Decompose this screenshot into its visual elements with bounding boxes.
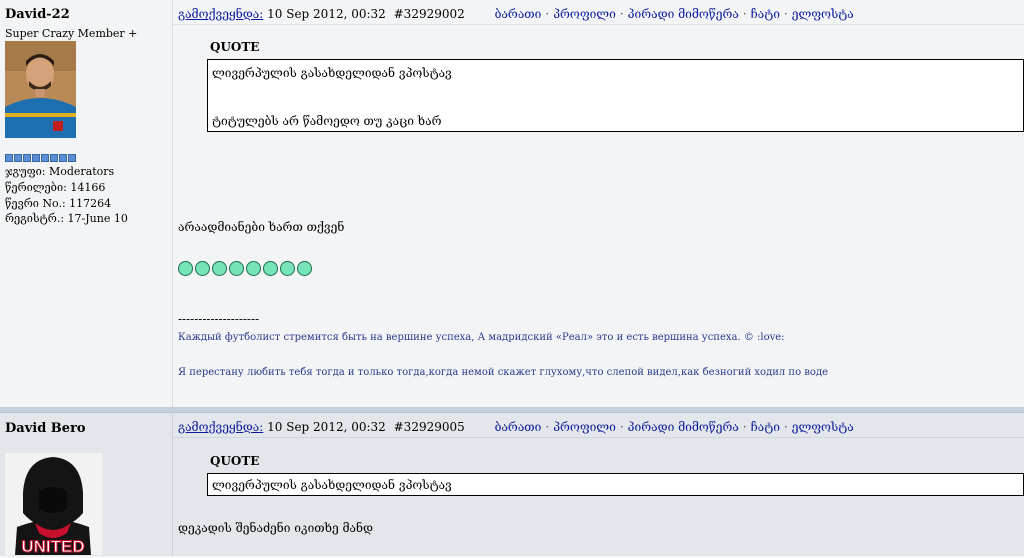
- action-chat-link[interactable]: ჩატი: [751, 7, 780, 21]
- reputation-pip: [5, 154, 13, 162]
- reputation-pip: [59, 154, 67, 162]
- user-info-panel: David Bero UNITED: [0, 413, 173, 558]
- emoticon-dots: [178, 261, 312, 276]
- post-header: გამოქვეყნდა: 10 Sep 2012, 00:32 #3292900…: [178, 420, 854, 434]
- signature-line: Каждый футболист стремится быть на верши…: [178, 332, 785, 343]
- dot-icon: [297, 261, 312, 276]
- user-member-no: წევრი No.: 117264: [5, 197, 112, 210]
- post-date: 10 Sep 2012, 00:32: [267, 7, 386, 21]
- avatar[interactable]: [5, 41, 76, 141]
- action-pm-link[interactable]: პირადი მიმოწერა: [628, 7, 739, 21]
- action-email-link[interactable]: ელფოსტა: [792, 420, 854, 434]
- action-profile-link[interactable]: პროფილი: [553, 420, 616, 434]
- username-link[interactable]: David-22: [5, 7, 70, 22]
- avatar-logo-text: UNITED: [21, 537, 84, 555]
- avatar-image: [5, 41, 76, 138]
- quote-line: ლივერპულის გასახდელიდან ვპოსტავ: [212, 478, 452, 492]
- post-date: 10 Sep 2012, 00:32: [267, 420, 386, 434]
- header-divider: [173, 24, 1024, 25]
- action-card-link[interactable]: ბარათი: [495, 420, 542, 434]
- dot-icon: [195, 261, 210, 276]
- post-content: გამოქვეყნდა: 10 Sep 2012, 00:32 #3292900…: [173, 0, 1024, 410]
- reputation-pip: [68, 154, 76, 162]
- reputation-pip: [50, 154, 58, 162]
- post-content: გამოქვეყნდა: 10 Sep 2012, 00:32 #3292900…: [173, 413, 1024, 556]
- forum-post: David Bero UNITED გამოქვეყნდა: 10 Sep 20…: [0, 412, 1024, 558]
- quote-label: QUOTE: [210, 454, 260, 468]
- reputation-pips: [5, 154, 76, 162]
- reputation-pip: [14, 154, 22, 162]
- user-info-panel: David-22 Super Crazy Member + ჯგუფი: Mod…: [0, 0, 173, 410]
- post-header: გამოქვეყნდა: 10 Sep 2012, 00:32 #3292900…: [178, 7, 854, 21]
- user-post-count: წერილები: 14166: [5, 181, 106, 194]
- avatar[interactable]: UNITED: [5, 453, 102, 558]
- action-profile-link[interactable]: პროფილი: [553, 7, 616, 21]
- post-body-text: დეკადის შენაძენი იკითხე მანდ: [178, 521, 374, 535]
- dot-icon: [212, 261, 227, 276]
- post-id[interactable]: #32929002: [394, 7, 465, 21]
- quote-box: ლივერპულის გასახდელიდან ვპოსტავ: [207, 473, 1024, 496]
- user-rank: Super Crazy Member +: [5, 27, 138, 40]
- posted-label-link[interactable]: გამოქვეყნდა:: [178, 420, 263, 434]
- dot-icon: [246, 261, 261, 276]
- quote-line: ლივერპულის გასახდელიდან ვპოსტავ: [212, 66, 452, 80]
- action-card-link[interactable]: ბარათი: [495, 7, 542, 21]
- avatar-image: UNITED: [5, 453, 102, 557]
- dot-icon: [263, 261, 278, 276]
- action-email-link[interactable]: ელფოსტა: [792, 7, 854, 21]
- reputation-pip: [32, 154, 40, 162]
- user-registered: რეგისტრ.: 17-June 10: [5, 212, 128, 225]
- post-body-text: არაადმიანები ხართ თქვენ: [178, 220, 345, 234]
- post-actions: ბარათი · პროფილი · პირადი მიმოწერა · ჩატი · ელფო…: [494, 7, 854, 21]
- quote-line: ტიტულებს არ წამოედო თუ კაცი ხარ: [212, 114, 442, 128]
- reputation-pip: [41, 154, 49, 162]
- user-group: ჯგუფი: Moderators: [5, 165, 115, 178]
- quote-label: QUOTE: [210, 40, 260, 54]
- signature-divider: --------------------: [178, 312, 260, 326]
- dot-icon: [229, 261, 244, 276]
- quote-box: ლივერპულის გასახდელიდან ვპოსტავ ტიტულებს…: [207, 59, 1024, 132]
- dot-icon: [280, 261, 295, 276]
- action-pm-link[interactable]: პირადი მიმოწერა: [628, 420, 739, 434]
- post-id[interactable]: #32929005: [394, 420, 465, 434]
- forum-post: David-22 Super Crazy Member + ჯგუფი: Mod…: [0, 0, 1024, 410]
- header-divider: [173, 437, 1024, 438]
- signature-line: Я перестану любить тебя тогда и только т…: [178, 367, 829, 378]
- reputation-pip: [23, 154, 31, 162]
- username-link[interactable]: David Bero: [5, 421, 86, 436]
- action-chat-link[interactable]: ჩატი: [751, 420, 780, 434]
- post-actions: ბარათი · პროფილი · პირადი მიმოწერა · ჩატი · ელფო…: [494, 420, 854, 434]
- posted-label-link[interactable]: გამოქვეყნდა:: [178, 7, 263, 21]
- dot-icon: [178, 261, 193, 276]
